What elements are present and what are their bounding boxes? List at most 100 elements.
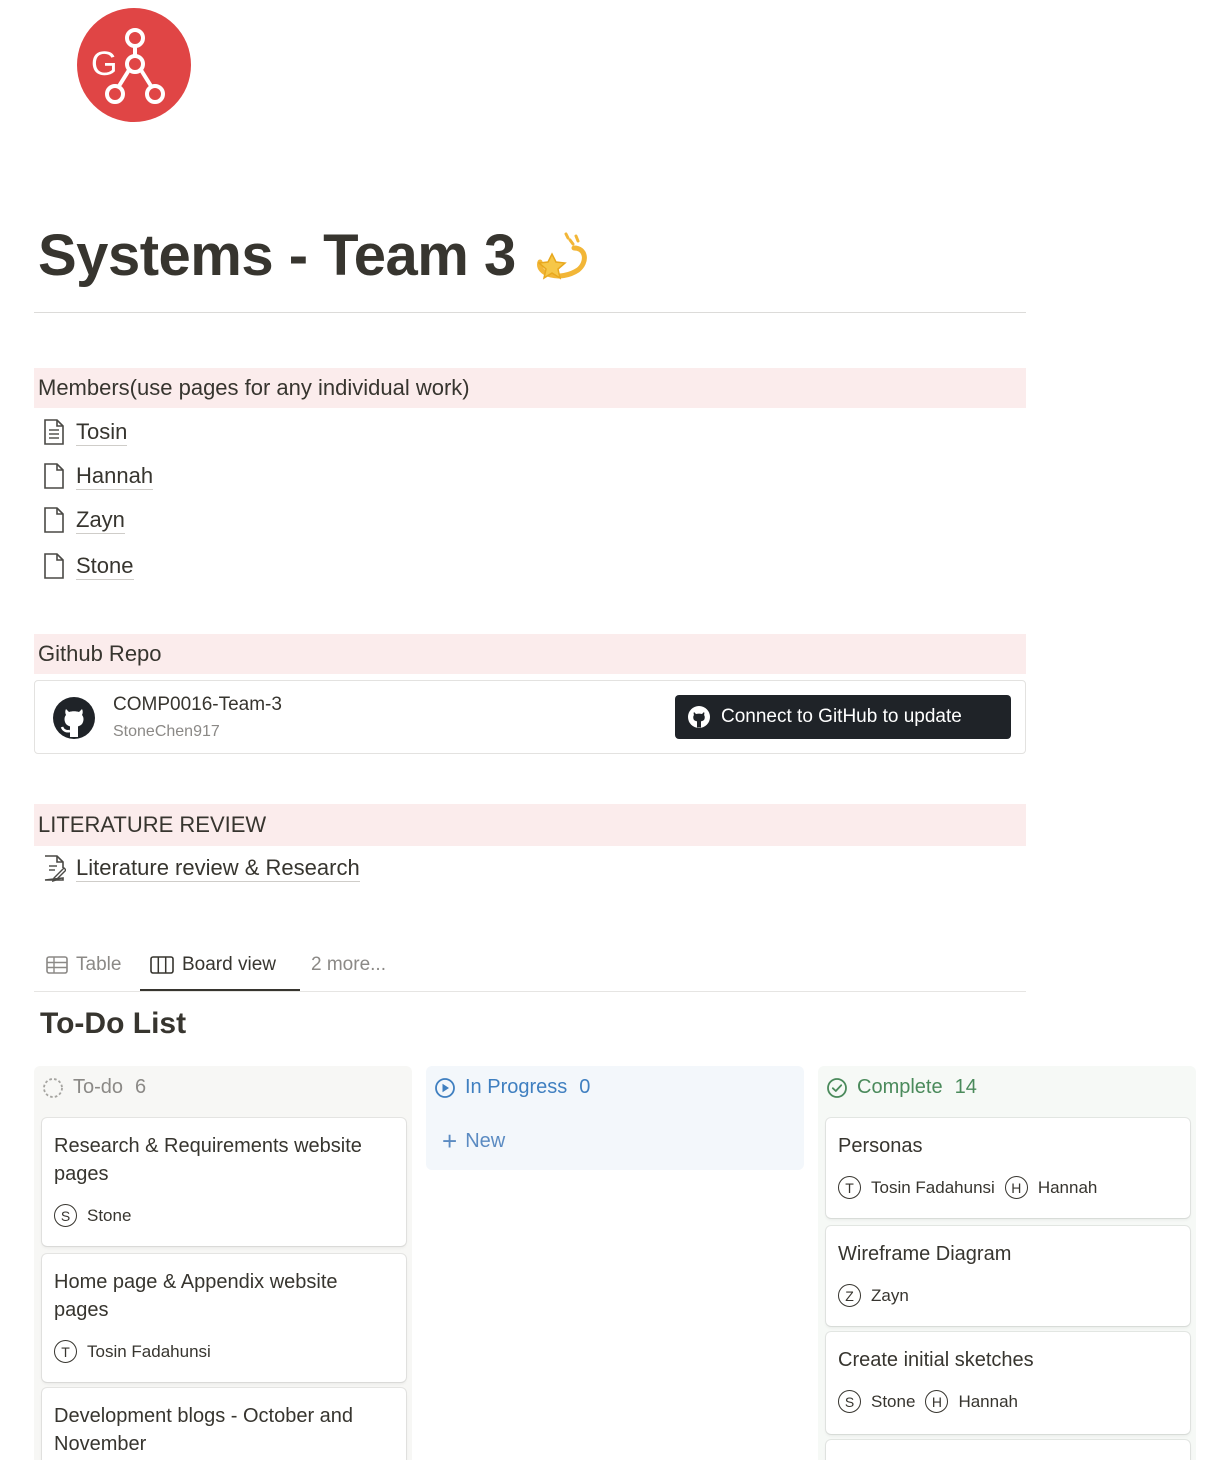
page-link-stone[interactable]: Stone (42, 552, 134, 580)
repo-owner: StoneChen917 (113, 723, 220, 740)
page-link-label: Hannah (76, 462, 154, 490)
board-card[interactable]: Research & Requirements website pages S … (42, 1118, 406, 1246)
tab-board-view[interactable]: Board view (150, 954, 276, 976)
dizzy-star-icon (530, 226, 590, 286)
plus-icon: + (442, 1126, 458, 1156)
assignee-name: Tosin Fadahunsi (87, 1341, 211, 1361)
connect-github-button[interactable]: Connect to GitHub to update (675, 695, 1011, 739)
assignee: H Hannah (1004, 1176, 1098, 1199)
github-icon (53, 697, 95, 739)
column-header-in-progress[interactable]: In Progress 0 (434, 1076, 590, 1099)
card-assignees: S Stone H Hannah (838, 1390, 1028, 1413)
page-link-hannah[interactable]: Hannah (42, 462, 154, 490)
board-column-todo: To-do 6 Research & Requirements website … (34, 1066, 412, 1460)
card-assignees: S Stone (54, 1204, 141, 1227)
assignee-name: Tosin Fadahunsi (871, 1177, 995, 1197)
card-title: Create initial sketches (838, 1349, 1034, 1371)
literature-heading-text: LITERATURE REVIEW (38, 812, 267, 837)
page-link-zayn[interactable]: Zayn (42, 506, 125, 534)
new-card-label: New (465, 1129, 506, 1152)
avatar: T (838, 1176, 861, 1199)
column-name: To-do (73, 1076, 124, 1098)
column-header-complete[interactable]: Complete 14 (826, 1076, 977, 1099)
avatar: H (1004, 1176, 1028, 1199)
new-card-button[interactable]: + New (442, 1128, 505, 1154)
svg-text:G: G (91, 45, 117, 83)
board-card[interactable]: Wireframe Diagram Z Zayn (826, 1226, 1190, 1326)
assignee-name: Stone (87, 1205, 132, 1225)
github-heading: Github Repo (34, 634, 1026, 674)
board-card[interactable]: Development blogs - October and November (42, 1388, 406, 1460)
board-card[interactable]: Personas T Tosin Fadahunsi H Hannah (826, 1118, 1190, 1218)
active-tab-indicator (140, 989, 300, 991)
assignee: S Stone (838, 1390, 915, 1413)
github-icon (688, 706, 710, 728)
repo-name: COMP0016-Team-3 (113, 694, 282, 715)
card-title: Development blogs - October and November (54, 1405, 354, 1455)
column-count: 14 (954, 1076, 977, 1098)
status-in-progress-icon (435, 1077, 455, 1098)
page-link-label: Tosin (76, 418, 128, 446)
assignee-name: Hannah (1037, 1177, 1098, 1197)
document-edit-icon (44, 855, 66, 882)
assignee: T Tosin Fadahunsi (838, 1176, 995, 1199)
github-heading-text: Github Repo (38, 641, 162, 666)
page-link-label: Zayn (76, 506, 125, 534)
assignee-name: Stone (871, 1391, 916, 1411)
card-assignees: Z Zayn (838, 1284, 919, 1307)
document-icon (44, 463, 64, 489)
page-link-literature-review[interactable]: Literature review & Research (42, 854, 360, 882)
view-tabs: Table Board view 2 more... (34, 944, 1026, 992)
avatar: H (925, 1390, 949, 1413)
tab-more-label: 2 more... (311, 954, 386, 975)
page-title: Systems - Team 3 (38, 222, 590, 289)
github-repo-card[interactable]: COMP0016-Team-3 StoneChen917 Connect to … (34, 680, 1026, 754)
status-todo-icon (43, 1077, 63, 1098)
avatar: S (838, 1390, 861, 1413)
table-icon (46, 956, 68, 974)
assignee: H Hannah (925, 1390, 1018, 1413)
avatar: Z (838, 1284, 861, 1307)
assignee-name: Hannah (958, 1391, 1018, 1411)
board-card[interactable]: Home page & Appendix website pages T Tos… (42, 1254, 406, 1382)
members-heading-text: Members(use pages for any individual wor… (38, 375, 470, 400)
card-assignees: T Tosin Fadahunsi (54, 1340, 221, 1363)
workspace-logo: G (77, 8, 191, 122)
avatar: S (54, 1204, 77, 1227)
board-card[interactable]: Create initial sketches S Stone H Hannah (826, 1332, 1190, 1434)
board-icon (150, 956, 174, 974)
database-title: To-Do List (40, 1007, 187, 1040)
connect-github-label: Connect to GitHub to update (721, 706, 962, 727)
board-column-complete: Complete 14 Personas T Tosin Fadahunsi H… (818, 1066, 1196, 1460)
assignee-name: Zayn (871, 1285, 909, 1305)
board-column-in-progress: In Progress 0 + New (426, 1066, 804, 1170)
page-link-label: Literature review & Research (76, 854, 360, 882)
column-name: Complete (857, 1076, 943, 1098)
column-count: 6 (135, 1076, 147, 1098)
avatar: T (54, 1340, 77, 1363)
column-header-todo[interactable]: To-do 6 (42, 1076, 146, 1099)
document-text-icon (44, 419, 64, 445)
board-card[interactable] (826, 1440, 1190, 1460)
page-title-text: Systems - Team 3 (38, 223, 516, 288)
card-title: Wireframe Diagram (838, 1243, 1012, 1265)
card-title: Home page & Appendix website pages (54, 1271, 338, 1321)
assignee: S Stone (54, 1204, 131, 1227)
literature-heading: LITERATURE REVIEW (34, 804, 1026, 846)
column-name: In Progress (465, 1076, 568, 1098)
card-assignees: T Tosin Fadahunsi H Hannah (838, 1176, 1107, 1199)
status-complete-icon (827, 1077, 847, 1098)
members-heading: Members(use pages for any individual wor… (34, 368, 1026, 408)
card-title: Personas (838, 1135, 923, 1157)
tab-board-view-label: Board view (182, 954, 276, 975)
page-link-tosin[interactable]: Tosin (42, 418, 128, 446)
tab-more[interactable]: 2 more... (311, 954, 386, 976)
page-link-label: Stone (76, 552, 134, 580)
assignee: T Tosin Fadahunsi (54, 1340, 211, 1363)
card-title: Research & Requirements website pages (54, 1135, 362, 1185)
assignee: Z Zayn (838, 1284, 909, 1307)
tab-table[interactable]: Table (46, 954, 121, 976)
tab-table-label: Table (76, 954, 122, 975)
document-icon (44, 553, 64, 579)
column-count: 0 (579, 1076, 591, 1098)
